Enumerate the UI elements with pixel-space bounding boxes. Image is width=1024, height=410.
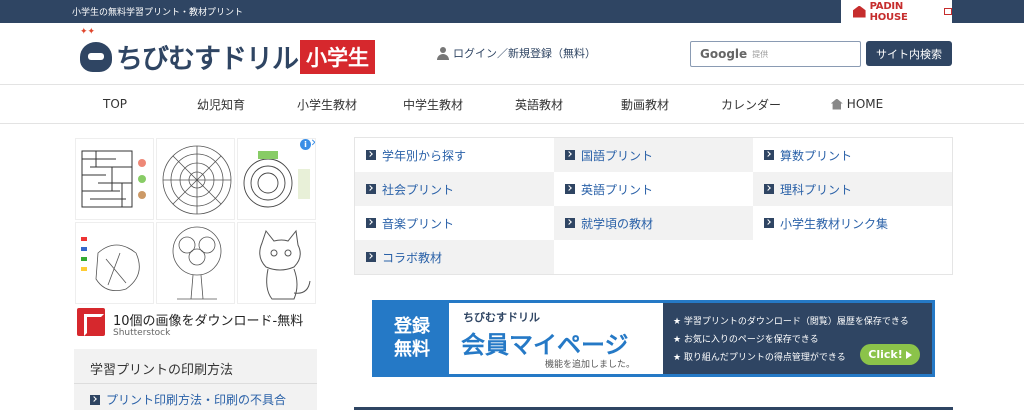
chevron-right-icon (90, 394, 100, 405)
ad-color-by-number-image[interactable] (75, 222, 154, 304)
category-label: コラボ教材 (382, 250, 443, 265)
nav-calendar[interactable]: カレンダー (698, 96, 804, 113)
chevron-right-icon (764, 150, 774, 160)
site-search-button[interactable]: サイト内検索 (866, 41, 952, 66)
nav-english[interactable]: 英語教材 (486, 96, 592, 113)
site-logo[interactable]: ✦✦ ちびむすドリル 小学生 (80, 27, 375, 76)
category-label: 理科プリント (780, 182, 853, 197)
banner-features: ★ 学習プリントのダウンロード（閲覧）履歴を保存できる ★ お気に入りのページを… (663, 303, 932, 374)
search-placeholder: 提供 (752, 49, 769, 59)
advertisement[interactable]: i ✕ (75, 138, 317, 340)
category-science[interactable]: 理科プリント (753, 172, 952, 206)
category-link-collection[interactable]: 小学生教材リンク集 (753, 206, 952, 240)
ad-tree-image[interactable] (156, 222, 235, 304)
category-label: 就学頃の教材 (581, 216, 654, 231)
category-preschool-materials[interactable]: 就学頃の教材 (554, 206, 753, 240)
banner-left-line1: 登録 (394, 316, 430, 337)
logo-grade-badge: 小学生 (300, 39, 375, 74)
home-icon (830, 98, 843, 110)
banner-title-area: ちびむすドリル 会員マイページ 機能を追加しました。 (449, 303, 663, 374)
ad-source: Shutterstock (113, 328, 171, 338)
chevron-right-icon (565, 150, 575, 160)
print-method-link-label: プリント印刷方法・印刷の不具合 (106, 393, 287, 407)
nav-junior-high[interactable]: 中学生教材 (380, 96, 486, 113)
member-page-banner[interactable]: 登録 無料 ちびむすドリル 会員マイページ 機能を追加しました。 ★ 学習プリン… (372, 300, 935, 377)
site-tagline: 小学生の無料学習プリント・教材プリント (72, 8, 244, 18)
ad-close-icon[interactable]: ✕ (311, 139, 315, 149)
ad-mandala-image[interactable] (156, 138, 235, 220)
external-link-icon (943, 8, 952, 15)
chevron-right-icon (366, 252, 376, 262)
main-nav: TOP 幼児知育 小学生教材 中学生教材 英語教材 動画教材 カレンダー HOM… (0, 85, 1024, 124)
rice-ball-mascot-icon (80, 41, 112, 72)
nav-home[interactable]: HOME (804, 97, 910, 111)
ad-cat-image[interactable] (237, 222, 316, 304)
banner-click-button[interactable]: Click! (860, 344, 920, 365)
category-label: 学年別から探す (382, 148, 467, 163)
shutterstock-logo-icon (77, 308, 105, 336)
play-arrow-icon (905, 350, 912, 359)
category-label: 国語プリント (581, 148, 654, 163)
padin-house-label: PADIN HOUSE (869, 0, 908, 23)
chevron-right-icon (366, 218, 376, 228)
ad-title[interactable]: 10個の画像をダウンロード-無料 (113, 310, 303, 329)
category-english[interactable]: 英語プリント (554, 172, 753, 206)
category-collab[interactable]: コラボ教材 (355, 240, 554, 274)
chevron-right-icon (565, 184, 575, 194)
top-bar: 小学生の無料学習プリント・教材プリント PADIN HOUSE (0, 0, 1024, 23)
category-label: 小学生教材リンク集 (780, 216, 889, 231)
category-label: 英語プリント (581, 182, 654, 197)
print-method-link[interactable]: プリント印刷方法・印刷の不具合 (90, 391, 286, 408)
category-grid: 学年別から探す 国語プリント 算数プリント 社会プリント 英語プリント 理科プリ… (354, 137, 953, 275)
category-label: 社会プリント (382, 182, 455, 197)
logo-name: ちびむすドリル (116, 44, 299, 75)
chevron-right-icon (366, 150, 376, 160)
nav-elementary[interactable]: 小学生教材 (274, 96, 380, 113)
category-by-grade[interactable]: 学年別から探す (355, 138, 554, 172)
category-music[interactable]: 音楽プリント (355, 206, 554, 240)
user-icon (437, 46, 449, 60)
category-label: 音楽プリント (382, 216, 455, 231)
banner-click-label: Click! (868, 348, 903, 361)
banner-subtitle: 機能を追加しました。 (545, 360, 636, 370)
login-register-link[interactable]: ログイン／新規登録（無料） (437, 45, 596, 61)
print-method-heading: 学習プリントの印刷方法 (90, 363, 234, 378)
category-japanese[interactable]: 国語プリント (554, 138, 753, 172)
house-icon (853, 5, 866, 18)
divider (74, 383, 317, 384)
category-label: 算数プリント (780, 148, 853, 163)
chevron-right-icon (764, 184, 774, 194)
banner-title: 会員マイページ (461, 331, 629, 359)
banner-left-line2: 無料 (394, 338, 430, 360)
chevron-right-icon (764, 218, 774, 228)
login-label: ログイン／新規登録（無料） (453, 47, 596, 60)
category-social[interactable]: 社会プリント (355, 172, 554, 206)
nav-home-label: HOME (846, 97, 884, 111)
search-input[interactable]: Google 提供 (690, 41, 861, 67)
free-registration-label: 登録 無料 (375, 303, 449, 374)
ad-info-icon[interactable]: i (300, 139, 311, 150)
chevron-right-icon (565, 218, 575, 228)
banner-feature: ★ 学習プリントのダウンロード（閲覧）履歴を保存できる (673, 317, 909, 327)
nav-top[interactable]: TOP (62, 97, 168, 111)
category-math[interactable]: 算数プリント (753, 138, 952, 172)
print-method-box: 学習プリントの印刷方法 プリント印刷方法・印刷の不具合 (74, 349, 317, 410)
nav-preschool[interactable]: 幼児知育 (168, 96, 274, 113)
nav-video[interactable]: 動画教材 (592, 96, 698, 113)
chevron-right-icon (366, 184, 376, 194)
padin-house-link[interactable]: PADIN HOUSE (841, 0, 952, 23)
ad-circle-maze-image[interactable]: i ✕ (237, 138, 316, 220)
ad-maze-image[interactable] (75, 138, 154, 220)
sparkle-icon: ✦✦ (80, 27, 96, 37)
google-brand: Google (700, 47, 748, 61)
banner-brand: ちびむすドリル (463, 311, 540, 324)
